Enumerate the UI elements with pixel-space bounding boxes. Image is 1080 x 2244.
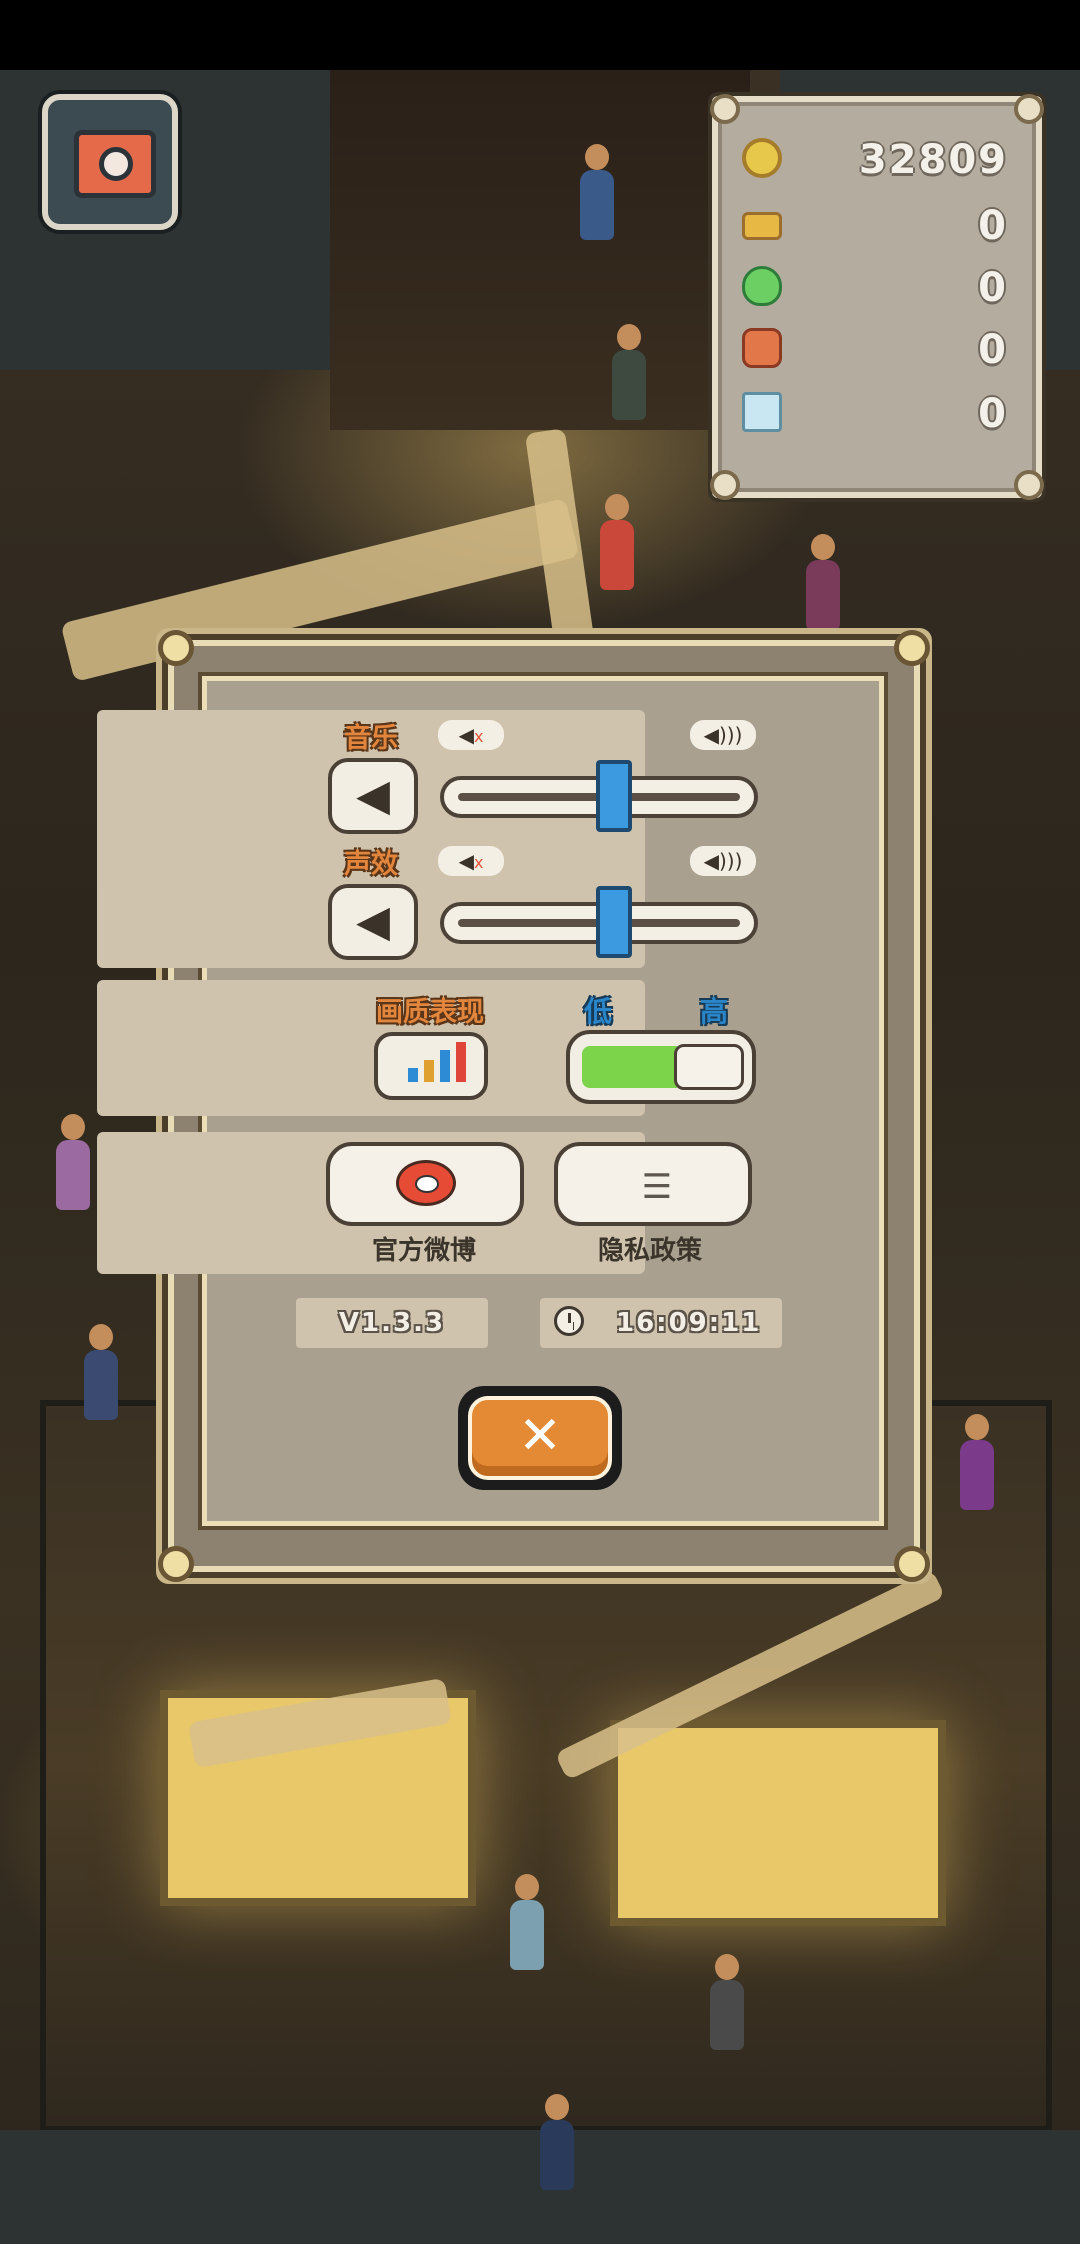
- weibo-button[interactable]: [326, 1142, 524, 1226]
- music-label: 音乐: [344, 723, 398, 754]
- speaker-icon: ◀: [356, 770, 390, 821]
- music-mute-icon: ◀x: [438, 720, 504, 750]
- version-label: V1.3.3: [296, 1298, 488, 1348]
- status-bar: [0, 0, 1080, 70]
- graphics-section: [97, 980, 645, 1116]
- resource-panel: 32809 0 0 0 0: [710, 94, 1044, 500]
- ticket-icon: [742, 392, 782, 432]
- bar-chart-icon-bar: [424, 1060, 434, 1082]
- music-slider-knob[interactable]: [595, 760, 632, 832]
- panel-corner: [1014, 94, 1044, 124]
- close-button[interactable]: ✕: [458, 1386, 622, 1490]
- bus-icon: [742, 212, 782, 240]
- list-icon: ☰: [641, 1167, 673, 1207]
- visitor: [960, 1414, 994, 1510]
- entrance-hall: [330, 70, 750, 430]
- privacy-policy-button[interactable]: ☰: [554, 1142, 752, 1226]
- tickets-row: 0: [742, 388, 1008, 440]
- coin-icon: [742, 138, 782, 178]
- visitor: [540, 2094, 574, 2190]
- close-button-face: ✕: [468, 1396, 612, 1480]
- tickets-value: 0: [978, 391, 1008, 437]
- visitor: [600, 494, 634, 590]
- visitor: [84, 1324, 118, 1420]
- visitor: [510, 1874, 544, 1970]
- music-speaker-button[interactable]: ◀: [328, 758, 418, 834]
- bar-chart-icon-bar: [456, 1042, 466, 1082]
- sfx-speaker-button[interactable]: ◀: [328, 884, 418, 960]
- music-loud-icon: ◀))): [690, 720, 756, 750]
- weibo-icon: [396, 1160, 456, 1206]
- dialog-corner: [894, 1546, 930, 1582]
- vehicles-value: 0: [978, 203, 1008, 249]
- clock-display: 16:09:11: [540, 1298, 782, 1348]
- bar-chart-icon-bar: [440, 1050, 450, 1082]
- dialog-corner: [158, 1546, 194, 1582]
- quality-toggle-fill: [582, 1046, 677, 1088]
- visitor: [580, 144, 614, 240]
- dialog-corner: [158, 630, 194, 666]
- sfx-mute-icon: ◀x: [438, 846, 504, 876]
- panel-corner: [1014, 470, 1044, 500]
- vehicles-row: 0: [742, 200, 1008, 252]
- coins-value: 32809: [858, 137, 1008, 183]
- sfx-label: 声效: [344, 849, 398, 880]
- clock-icon: [554, 1306, 584, 1336]
- privacy-label: 隐私政策: [598, 1236, 703, 1266]
- quality-low-label: 低: [584, 995, 613, 1028]
- potions-row: 0: [742, 262, 1008, 314]
- camera-button[interactable]: [42, 94, 178, 230]
- sfx-loud-icon: ◀))): [690, 846, 756, 876]
- exhibit-plinth-right: [610, 1720, 946, 1926]
- panel-corner: [710, 470, 740, 500]
- weibo-label: 官方微博: [372, 1236, 477, 1266]
- panel-corner: [710, 94, 740, 124]
- visitor: [806, 534, 840, 630]
- close-icon: ✕: [518, 1406, 562, 1466]
- coins-row: 32809: [742, 134, 1008, 186]
- potions-value: 0: [978, 265, 1008, 311]
- visitor: [56, 1114, 90, 1210]
- graphics-quality-button[interactable]: [374, 1032, 488, 1100]
- bar-chart-icon: [408, 1068, 418, 1082]
- potion-icon: [742, 266, 782, 306]
- bags-value: 0: [978, 327, 1008, 373]
- dialog-corner: [894, 630, 930, 666]
- visitor: [710, 1954, 744, 2050]
- visitor: [612, 324, 646, 420]
- camera-icon: [74, 130, 156, 198]
- graphics-label: 画质表现: [376, 997, 484, 1028]
- quality-toggle-knob[interactable]: [674, 1044, 744, 1090]
- time-value: 16:09:11: [616, 1308, 762, 1338]
- speaker-icon: ◀: [356, 896, 390, 947]
- sfx-slider-knob[interactable]: [595, 886, 632, 958]
- quality-high-label: 高: [700, 995, 729, 1028]
- bags-row: 0: [742, 324, 1008, 376]
- quality-toggle[interactable]: [566, 1030, 756, 1104]
- bag-icon: [742, 328, 782, 368]
